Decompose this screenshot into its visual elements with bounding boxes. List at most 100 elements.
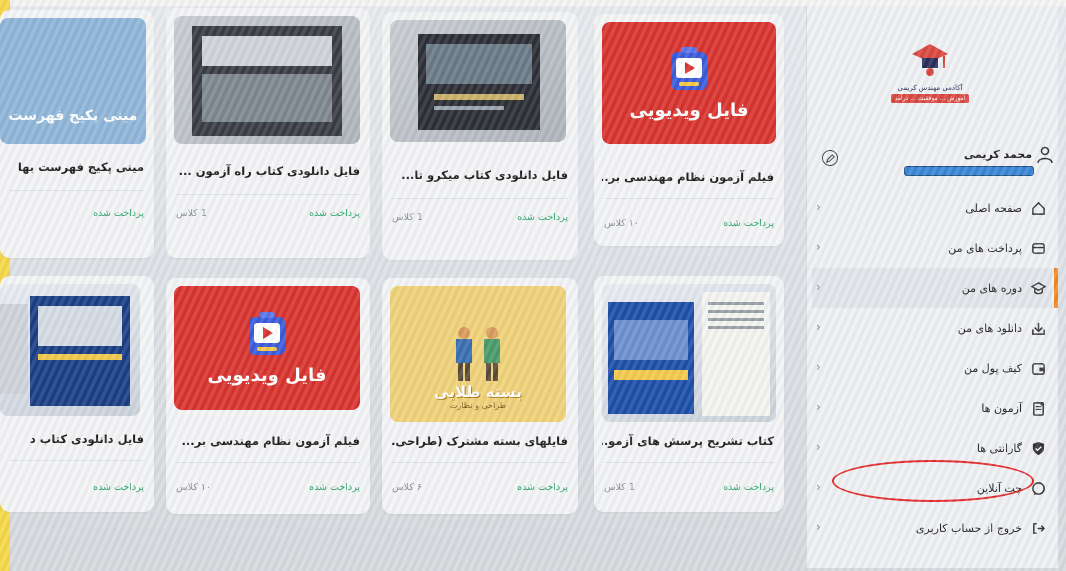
course-card[interactable]: مینی پکیج فهرست مینی پکیج فهرست بها پردا… — [0, 10, 154, 258]
sidebar-item-label: چت آنلاین — [976, 481, 1022, 495]
status-badge: پرداخت شده — [309, 482, 360, 493]
edit-profile-button[interactable] — [822, 150, 838, 166]
home-icon — [1030, 200, 1046, 216]
course-card[interactable]: فایل دانلودی کتاب د پرداخت شده — [0, 276, 154, 512]
card-title[interactable]: مینی پکیج فهرست بها — [0, 160, 144, 174]
chevron-left-icon: ‹ — [816, 480, 821, 494]
sidebar-item-home[interactable]: صفحه اصلی ‹ — [812, 188, 1052, 228]
sidebar-item-logout[interactable]: خروج از حساب کاربری ‹ — [812, 508, 1052, 548]
status-badge: پرداخت شده — [93, 482, 144, 493]
divider — [10, 190, 144, 191]
thumbnail-caption: فایل ویدیویی — [207, 364, 327, 386]
thumbnail-caption: مینی پکیج فهرست — [8, 108, 138, 124]
user-icon — [1037, 146, 1053, 164]
pencil-icon — [825, 153, 835, 163]
chevron-left-icon: ‹ — [816, 280, 821, 294]
card-footer: پرداخت شده 1 کلاس — [604, 482, 774, 496]
card-title[interactable]: کتاب تشریح پرسش های آزمو... — [602, 434, 774, 448]
sidebar-item-my-courses[interactable]: دوره های من ‹ — [812, 268, 1058, 308]
card-footer: پرداخت شده — [10, 482, 144, 496]
card-footer: پرداخت شده ۶ کلاس — [392, 482, 568, 496]
sidebar-item-payments[interactable]: پرداخت های من ‹ — [812, 228, 1052, 268]
logo-title: آکادمی مهندس کریمی — [897, 84, 963, 92]
chevron-left-icon: ‹ — [816, 360, 821, 374]
thumbnail-subcaption: طراحی و نظارت — [449, 401, 507, 410]
course-card[interactable]: کتاب تشریح پرسش های آزمو... پرداخت شده 1… — [594, 276, 784, 512]
class-count: 1 کلاس — [392, 212, 423, 223]
gold-package-thumbnail: بسته طلایی طراحی و نظارت — [390, 286, 566, 422]
book-cover-icon — [418, 34, 540, 130]
book-cover-icon — [608, 292, 770, 416]
card-title[interactable]: فایل دانلودی کتاب میکرو تا... — [392, 168, 568, 182]
sidebar-item-exams[interactable]: آزمون ها ‹ — [812, 388, 1052, 428]
course-card[interactable]: فایل ویدیویی فیلم آزمون نظام مهندسی بر..… — [594, 14, 784, 246]
card-title[interactable]: فیلم آزمون نظام مهندسی بر... — [174, 434, 361, 448]
user-name: محمد کریمی — [963, 148, 1032, 161]
sidebar-item-online-chat[interactable]: چت آنلاین ‹ — [812, 468, 1052, 508]
chevron-left-icon: ‹ — [816, 440, 821, 454]
academy-logo[interactable]: آکادمی مهندس کریمی آموزش ... موفقیت ... … — [888, 40, 972, 124]
class-count: ۶ کلاس — [392, 482, 422, 493]
shield-icon — [1030, 440, 1046, 456]
book-thumbnail — [174, 16, 360, 144]
card-title[interactable]: فایل دانلودی کتاب د — [0, 432, 144, 446]
status-badge: پرداخت شده — [93, 208, 144, 219]
chat-icon — [1030, 480, 1046, 496]
book-cover-icon — [192, 26, 342, 136]
sidebar-item-label: پرداخت های من — [948, 241, 1022, 255]
sidebar-item-label: آزمون ها — [981, 401, 1022, 415]
chevron-left-icon: ‹ — [816, 240, 821, 254]
course-card[interactable]: بسته طلایی طراحی و نظارت فایلهای بسته مش… — [382, 278, 578, 514]
book-thumbnail — [390, 20, 566, 142]
divider — [176, 462, 360, 463]
card-footer: پرداخت شده — [10, 208, 144, 222]
status-badge: پرداخت شده — [517, 482, 568, 493]
course-card[interactable]: فایل دانلودی کتاب راه آزمون ... پرداخت ش… — [166, 8, 370, 258]
mini-package-thumbnail: مینی پکیج فهرست — [0, 18, 146, 144]
sidebar-item-label: کیف پول من — [964, 361, 1022, 375]
engineers-illustration-icon — [456, 327, 500, 381]
card-title[interactable]: فایل دانلودی کتاب راه آزمون ... — [174, 164, 360, 178]
course-card[interactable]: فایل دانلودی کتاب میکرو تا... پرداخت شده… — [382, 12, 578, 260]
class-count: 1 کلاس — [176, 208, 207, 219]
logout-icon — [1030, 520, 1046, 536]
chevron-left-icon: ‹ — [816, 400, 821, 414]
card-title[interactable]: فایلهای بسته مشترک (طراحی... — [390, 434, 568, 448]
divider — [604, 462, 774, 463]
sidebar-menu: صفحه اصلی ‹ پرداخت های من ‹ دوره های من … — [812, 188, 1058, 548]
graduation-cap-icon — [1030, 280, 1046, 296]
chevron-left-icon: ‹ — [816, 520, 821, 534]
class-count: 1 کلاس — [604, 482, 635, 493]
user-progress-bar — [904, 166, 1034, 176]
status-badge: پرداخت شده — [723, 482, 774, 493]
card-footer: پرداخت شده ۱۰ کلاس — [176, 482, 360, 496]
sidebar-item-warranties[interactable]: گارانتی ها ‹ — [812, 428, 1052, 468]
logo-tagline: آموزش ... موفقیت ... درآمد — [890, 94, 970, 103]
sidebar-item-label: صفحه اصلی — [965, 201, 1022, 215]
chevron-left-icon: ‹ — [816, 200, 821, 214]
screen: فایل ویدیویی فیلم آزمون نظام مهندسی بر..… — [0, 0, 1066, 571]
download-icon — [1030, 320, 1046, 336]
thumbnail-caption: فایل ویدیویی — [629, 99, 749, 121]
book-cover-icon — [0, 296, 130, 406]
book-thumbnail — [602, 284, 776, 422]
card-footer: پرداخت شده 1 کلاس — [392, 212, 568, 226]
video-thumbnail: فایل ویدیویی — [602, 22, 776, 144]
video-player-icon — [671, 46, 707, 90]
card-title[interactable]: فیلم آزمون نظام مهندسی بر... — [602, 170, 774, 184]
chevron-left-icon: ‹ — [816, 320, 821, 334]
sidebar-item-label: دانلود های من — [957, 321, 1022, 335]
course-card[interactable]: فایل ویدیویی فیلم آزمون نظام مهندسی بر..… — [166, 278, 370, 514]
sidebar-item-wallet[interactable]: کیف پول من ‹ — [812, 348, 1052, 388]
wallet-icon — [1030, 240, 1046, 256]
video-thumbnail: فایل ویدیویی — [174, 286, 360, 410]
divider — [604, 198, 774, 199]
divider — [392, 198, 568, 199]
status-badge: پرداخت شده — [723, 218, 774, 229]
sidebar-item-label: خروج از حساب کاربری — [915, 521, 1022, 535]
class-count: ۱۰ کلاس — [176, 482, 212, 493]
book-thumbnail — [0, 284, 140, 416]
video-player-icon — [249, 311, 285, 355]
sidebar-item-downloads[interactable]: دانلود های من ‹ — [812, 308, 1052, 348]
status-badge: پرداخت شده — [517, 212, 568, 223]
